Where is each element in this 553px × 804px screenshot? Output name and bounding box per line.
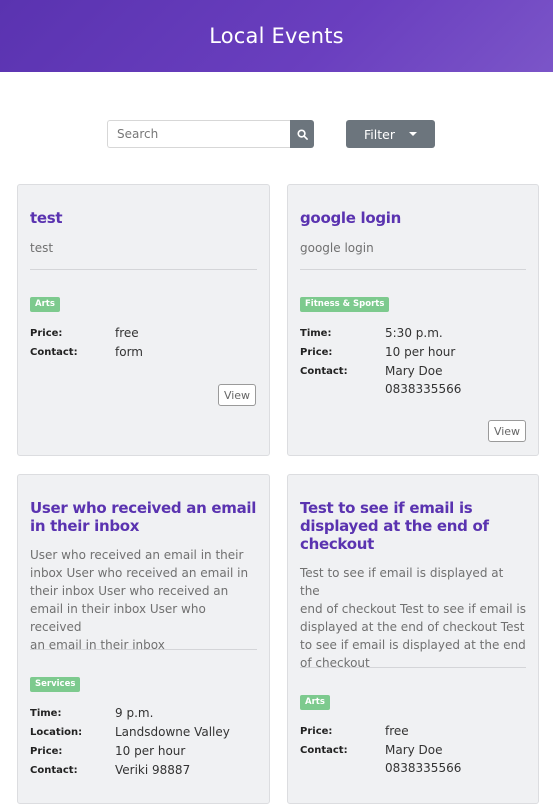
- location-label: Location:: [30, 727, 83, 738]
- contact-value: form: [115, 345, 143, 359]
- time-value: 5:30 p.m.: [385, 326, 443, 340]
- price-row: Price: free: [300, 722, 526, 741]
- contact-label: Contact:: [300, 745, 348, 756]
- event-title: User who received an email in their inbo…: [30, 499, 257, 535]
- search-group: [107, 120, 314, 148]
- contact-label: Contact:: [300, 366, 348, 377]
- contact-value: Mary Doe 0838335566: [385, 741, 461, 777]
- price-row: Price: 10 per hour: [30, 742, 257, 761]
- search-button[interactable]: [290, 120, 314, 148]
- divider: [30, 269, 257, 270]
- event-card: google login google login Fitness & Spor…: [287, 184, 539, 456]
- price-value: 10 per hour: [385, 345, 456, 359]
- contact-value: Veriki 98887: [115, 763, 191, 777]
- time-label: Time:: [300, 328, 332, 339]
- filter-dropdown-button[interactable]: Filter: [346, 120, 435, 148]
- price-row: Price: 10 per hour: [300, 343, 526, 362]
- divider: [300, 269, 526, 270]
- divider: [30, 649, 257, 650]
- event-description: google login: [300, 241, 374, 255]
- contact-phone: 0838335566: [385, 761, 462, 775]
- event-title: google login: [300, 209, 402, 227]
- contact-row: Contact: Mary Doe 0838335566: [300, 741, 526, 777]
- page-title: Local Events: [209, 24, 344, 48]
- contact-name: Mary Doe: [385, 364, 443, 378]
- divider: [300, 667, 526, 668]
- location-row: Location: Landsdowne Valley: [30, 723, 257, 742]
- category-badge: Arts: [30, 297, 60, 312]
- price-label: Price:: [300, 347, 333, 358]
- contact-label: Contact:: [30, 765, 78, 776]
- view-button[interactable]: View: [218, 384, 256, 406]
- contact-label: Contact:: [30, 347, 78, 358]
- search-icon: [296, 128, 308, 140]
- caret-down-icon: [408, 132, 417, 136]
- location-value: Landsdowne Valley: [115, 725, 230, 739]
- time-label: Time:: [30, 708, 62, 719]
- event-card: test test Arts Price: free Contact: form…: [17, 184, 270, 456]
- contact-phone: 0838335566: [385, 382, 462, 396]
- category-badge: Fitness & Sports: [300, 297, 390, 312]
- contact-value: Mary Doe 0838335566: [385, 362, 461, 398]
- event-card: User who received an email in their inbo…: [17, 474, 270, 804]
- event-title: test: [30, 209, 63, 227]
- price-label: Price:: [30, 746, 63, 757]
- category-badge: Arts: [300, 695, 330, 710]
- time-row: Time: 5:30 p.m.: [300, 324, 526, 343]
- price-value: 10 per hour: [115, 744, 186, 758]
- contact-row: Contact: Mary Doe 0838335566: [300, 362, 526, 398]
- price-label: Price:: [300, 726, 333, 737]
- event-title: Test to see if email is displayed at the…: [300, 499, 489, 553]
- event-description: Test to see if email is displayed at the…: [300, 566, 526, 670]
- category-badge: Services: [30, 677, 81, 692]
- event-description: test: [30, 241, 54, 255]
- time-value: 9 p.m.: [115, 706, 154, 720]
- event-description: User who received an email in their inbo…: [30, 548, 249, 652]
- page-header: Local Events: [0, 0, 553, 72]
- contact-row: Contact: form: [30, 343, 257, 362]
- price-label: Price:: [30, 328, 63, 339]
- filter-label: Filter: [364, 126, 395, 142]
- event-card: Test to see if email is displayed at the…: [287, 474, 539, 804]
- contact-name: Mary Doe: [385, 743, 443, 757]
- price-value: free: [385, 724, 409, 738]
- view-button[interactable]: View: [488, 420, 526, 442]
- search-input[interactable]: [107, 120, 290, 148]
- contact-row: Contact: Veriki 98887: [30, 761, 257, 780]
- time-row: Time: 9 p.m.: [30, 704, 257, 723]
- price-value: free: [115, 326, 139, 340]
- price-row: Price: free: [30, 324, 257, 343]
